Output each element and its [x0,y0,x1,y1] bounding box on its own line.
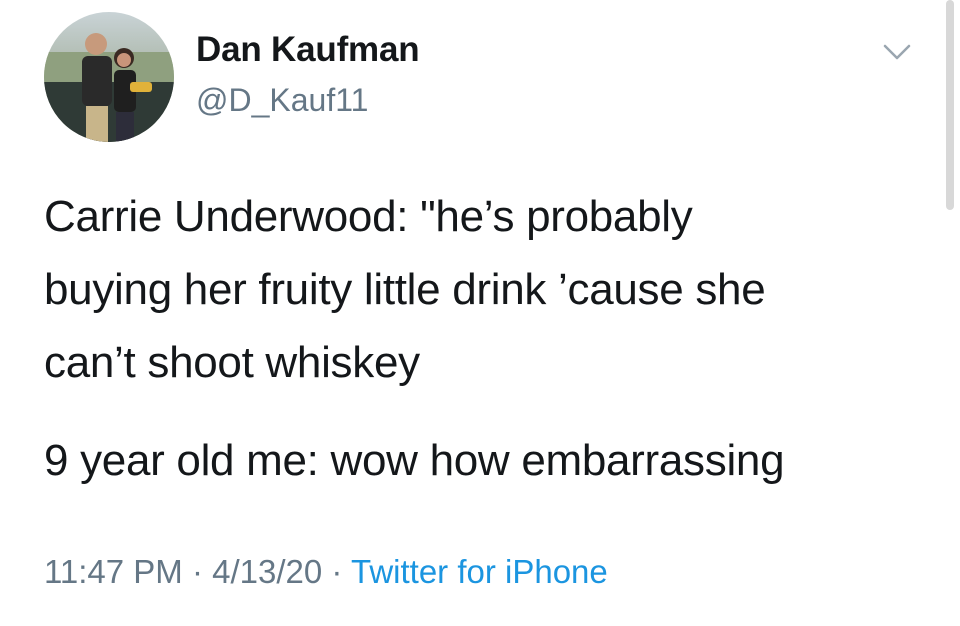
tweet-text-line: buying her fruity little drink ’cause sh… [44,265,766,314]
tweet-time[interactable]: 11:47 PM [44,553,183,590]
chevron-down-icon[interactable] [882,40,912,64]
user-handle[interactable]: @D_Kauf11 [196,82,368,119]
tweet-text-line: Carrie Underwood: "he’s probably [44,192,693,241]
separator-dot: · [322,553,351,590]
tweet-date[interactable]: 4/13/20 [212,553,322,590]
avatar[interactable] [44,12,174,142]
tweet-text-line: can’t shoot whiskey [44,338,420,387]
display-name[interactable]: Dan Kaufman [196,30,420,70]
tweet-text-line: 9 year old me: wow how embarrassing [44,436,785,485]
tweet-text-second-paragraph: 9 year old me: wow how embarrassing [44,424,924,497]
tweet-text: Carrie Underwood: "he’s probably buying … [44,180,924,399]
tweet-metadata: 11:47 PM · 4/13/20 · Twitter for iPhone [44,553,608,591]
tweet-source-link[interactable]: Twitter for iPhone [351,553,608,590]
scrollbar[interactable] [946,0,954,210]
tweet-card: Dan Kaufman @D_Kauf11 Carrie Underwood: … [0,0,960,626]
separator-dot: · [182,553,213,590]
